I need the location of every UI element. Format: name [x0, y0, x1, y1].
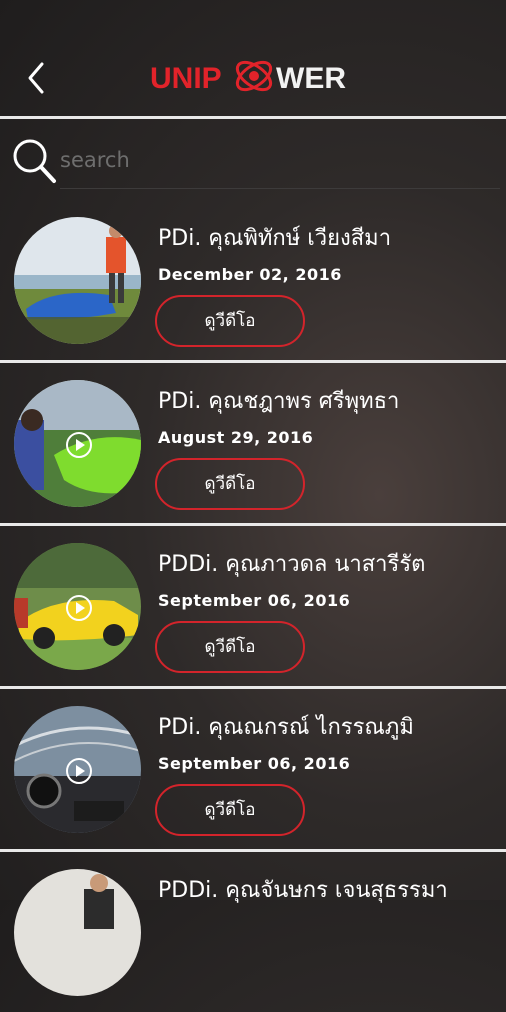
search-icon[interactable] [10, 136, 58, 186]
video-list: PDi. คุณพิทักษ์ เวียงสีมา December 02, 2… [0, 200, 506, 1012]
video-title: PDi. คุณชฎาพร ศรีพุทธา [158, 389, 400, 414]
logo-text-suffix: WER [276, 62, 346, 95]
video-date: September 06, 2016 [158, 591, 351, 610]
video-thumbnail[interactable] [14, 217, 141, 344]
video-title: PDDi. คุณจันษกร เจนสุธรรมา [158, 878, 448, 903]
video-date: August 29, 2016 [158, 428, 314, 447]
list-item: PDi. คุณชฎาพร ศรีพุทธา August 29, 2016 ด… [0, 363, 506, 523]
list-item: PDDi. คุณภาวดล นาสารีรัต September 06, 2… [0, 526, 506, 686]
play-icon [66, 595, 92, 621]
back-button[interactable] [22, 58, 56, 98]
watch-video-button[interactable]: ดูวีดีโอ [155, 458, 305, 510]
video-title: PDi. คุณพิทักษ์ เวียงสีมา [158, 226, 392, 251]
logo-text-prefix: UNIP [150, 62, 222, 95]
list-item: PDDi. คุณจันษกร เจนสุธรรมา [0, 852, 506, 1012]
app-header: UNIP WER [0, 0, 506, 116]
header-divider [0, 116, 506, 119]
list-item: PDi. คุณพิทักษ์ เวียงสีมา December 02, 2… [0, 200, 506, 360]
search-underline [60, 188, 500, 189]
watch-video-button[interactable]: ดูวีดีโอ [155, 621, 305, 673]
video-date: September 06, 2016 [158, 754, 351, 773]
video-thumbnail[interactable] [14, 543, 141, 670]
play-icon [66, 432, 92, 458]
video-date: December 02, 2016 [158, 265, 342, 284]
unipower-logo: UNIP WER [150, 54, 360, 100]
search-input[interactable] [60, 142, 480, 178]
watch-video-button[interactable]: ดูวีดีโอ [155, 784, 305, 836]
video-title: PDi. คุณณกรณ์ ไกรรณภูมิ [158, 715, 414, 740]
video-thumbnail[interactable] [14, 706, 141, 833]
video-title: PDDi. คุณภาวดล นาสารีรัต [158, 552, 426, 577]
play-icon [66, 758, 92, 784]
video-thumbnail[interactable] [14, 380, 141, 507]
watch-video-button[interactable]: ดูวีดีโอ [155, 295, 305, 347]
video-thumbnail[interactable] [14, 869, 141, 996]
power-orbit-icon [235, 60, 273, 92]
chevron-left-icon [28, 62, 44, 94]
list-item: PDi. คุณณกรณ์ ไกรรณภูมิ September 06, 20… [0, 689, 506, 849]
